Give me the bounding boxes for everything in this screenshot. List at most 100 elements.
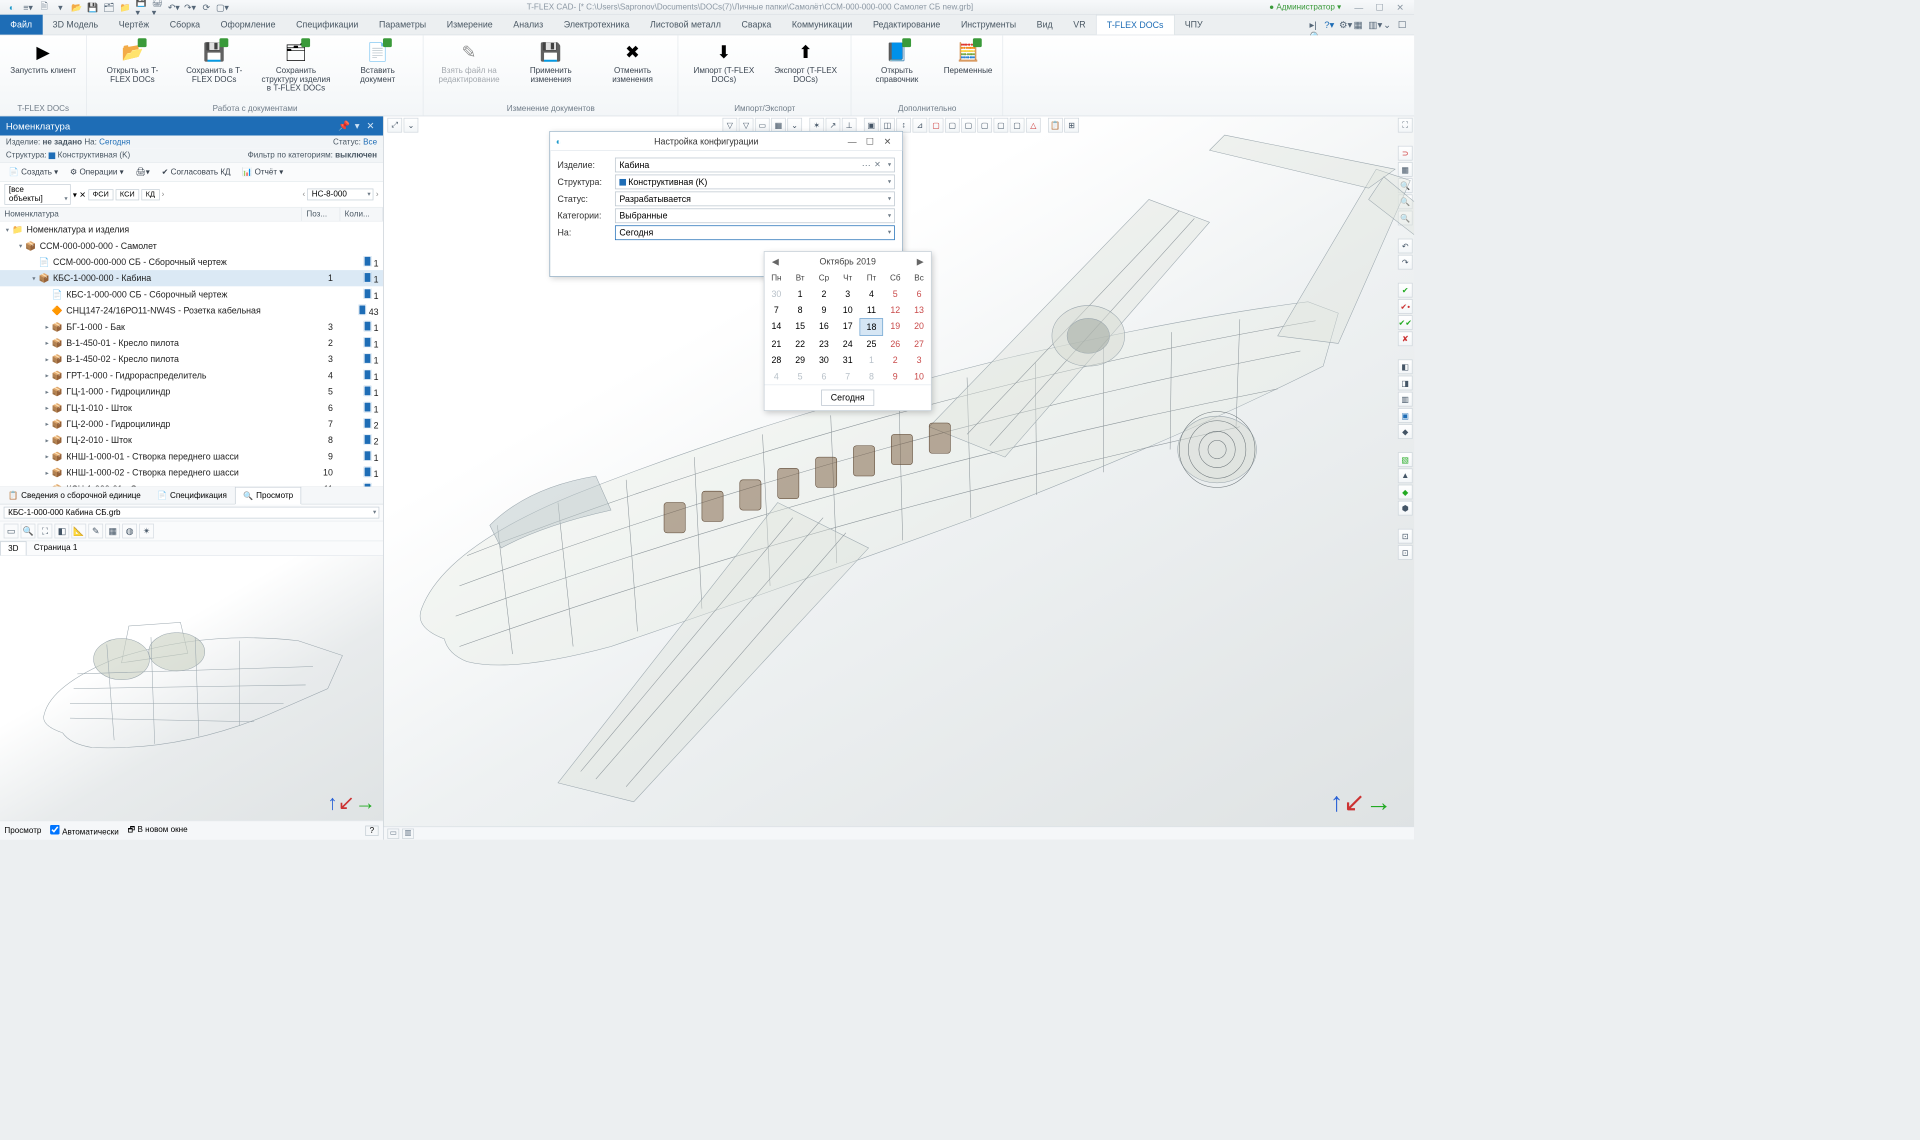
pv-zoom-icon[interactable]: 🔍 bbox=[21, 524, 36, 539]
cal-day-12[interactable]: 12 bbox=[883, 302, 907, 318]
filter-drop-icon[interactable]: ▾ bbox=[73, 190, 77, 200]
collapse-ribbon-icon[interactable]: ⌄ bbox=[1383, 19, 1395, 31]
tree-row[interactable]: ▸📦БГ-1-000 - Бак3 1 bbox=[0, 319, 383, 335]
cal-day-4[interactable]: 4 bbox=[860, 286, 884, 302]
pin-icon[interactable]: 📌 bbox=[337, 120, 350, 132]
ribbon-Запустить-клиент[interactable]: ▶Запустить клиент bbox=[6, 38, 81, 76]
chip-next-icon[interactable]: › bbox=[162, 190, 165, 199]
dialog-close-button[interactable]: ✕ bbox=[879, 136, 897, 146]
pv-explode-icon[interactable]: ✴ bbox=[139, 524, 154, 539]
pv-shade-icon[interactable]: ◍ bbox=[122, 524, 137, 539]
pvtab-3d[interactable]: 3D bbox=[0, 541, 27, 555]
open-icon[interactable]: 📂 bbox=[71, 1, 83, 13]
tree-row[interactable]: ▸📦ГЦ-1-000 - Гидроцилиндр5 1 bbox=[0, 384, 383, 400]
tree[interactable]: ▾📁 Номенклатура и изделия ▾📦ССМ-000-000-… bbox=[0, 222, 383, 486]
cascade-icon[interactable]: ▢▾ bbox=[217, 1, 229, 13]
pv-section-icon[interactable]: ◧ bbox=[55, 524, 70, 539]
panel-close-icon[interactable]: ✕ bbox=[364, 120, 377, 132]
tab-Оформление[interactable]: Оформление bbox=[210, 15, 285, 35]
cal-day-2[interactable]: 2 bbox=[812, 286, 836, 302]
preview-file-combo[interactable]: КБС-1-000-000 Кабина СБ.grb bbox=[4, 507, 380, 519]
report-button[interactable]: 📊Отчёт▾ bbox=[238, 165, 288, 179]
ribbon-Переменные[interactable]: 🧮Переменные bbox=[939, 38, 997, 76]
cal-day-3[interactable]: 3 bbox=[907, 352, 931, 368]
cal-day-19[interactable]: 19 bbox=[883, 318, 907, 336]
pv-fit-icon[interactable]: ⛶ bbox=[38, 524, 53, 539]
save-all-icon[interactable]: 💾 bbox=[87, 1, 99, 13]
tree-row[interactable]: 🔶СНЦ147-24/16РО11-NW4S - Розетка кабельн… bbox=[0, 303, 383, 319]
minimize-button[interactable]: — bbox=[1349, 1, 1370, 13]
ribbon-Экспорт-(T-FLEX-DOCs)[interactable]: ⬆Экспорт (T-FLEX DOCs) bbox=[766, 38, 845, 85]
pv-wire-icon[interactable]: ▦ bbox=[105, 524, 120, 539]
file-tab[interactable]: Файл bbox=[0, 15, 42, 35]
footer-newwin[interactable]: 🗗 В новом окне bbox=[128, 823, 188, 837]
preview-3d-viewport[interactable]: ↑↙→ bbox=[0, 556, 383, 820]
col-name[interactable]: Номенклатура bbox=[0, 208, 302, 221]
tree-row[interactable]: 📄КБС-1-000-000 СБ - Сборочный чертеж 1 bbox=[0, 286, 383, 302]
ptab-info[interactable]: 📋Сведения о сборочной единице bbox=[0, 487, 149, 504]
tree-row[interactable]: ▸📦В-1-450-01 - Кресло пилота2 1 bbox=[0, 335, 383, 351]
cal-day-13[interactable]: 13 bbox=[907, 302, 931, 318]
print-icon[interactable]: 🖨▾ bbox=[152, 1, 164, 13]
cal-day-10[interactable]: 10 bbox=[836, 302, 860, 318]
folder-browse-icon[interactable]: 📁 bbox=[119, 1, 131, 13]
cal-day-4[interactable]: 4 bbox=[764, 368, 788, 384]
tree-row[interactable]: ▸📦КНШ-1-000-02 - Створка переднего шасси… bbox=[0, 465, 383, 481]
main-3d-viewport[interactable]: ⤢ ⌄ ▽ ▽ ▭ ▦ ⌄ ✶ ↗ ⊥ ▣ ◫ ↕ ⊿ ▢ ▢ ▢ bbox=[384, 116, 1414, 839]
refresh-icon[interactable]: ⟳ bbox=[200, 1, 212, 13]
ribbon-Отменить-изменения[interactable]: ✖Отменить изменения bbox=[593, 38, 672, 85]
hc-combo[interactable]: НС-8-000 bbox=[307, 189, 373, 201]
cal-day-11[interactable]: 11 bbox=[860, 302, 884, 318]
close-button[interactable]: ✕ bbox=[1390, 1, 1411, 13]
chip-fsi[interactable]: ФСИ bbox=[88, 189, 113, 200]
cal-day-1[interactable]: 1 bbox=[788, 286, 812, 302]
cal-day-5[interactable]: 5 bbox=[788, 368, 812, 384]
chip-ksi[interactable]: КСИ bbox=[115, 189, 139, 200]
tree-row[interactable]: ▸📦В-1-450-02 - Кресло пилота3 1 bbox=[0, 351, 383, 367]
ribbon-Импорт-(T-FLEX-DOCs)[interactable]: ⬇Импорт (T-FLEX DOCs) bbox=[684, 38, 763, 85]
pv-measure-icon[interactable]: 📐 bbox=[71, 524, 86, 539]
cal-day-20[interactable]: 20 bbox=[907, 318, 931, 336]
tree-row[interactable]: ▸📦КНШ-1-000-01 - Створка переднего шасси… bbox=[0, 449, 383, 465]
cal-day-29[interactable]: 29 bbox=[788, 352, 812, 368]
cal-day-30[interactable]: 30 bbox=[764, 286, 788, 302]
cal-day-28[interactable]: 28 bbox=[764, 352, 788, 368]
ribbon-Открыть-из-T-FLEX-DOCs[interactable]: 📂Открыть из T-FLEX DOCs bbox=[93, 38, 172, 85]
cal-day-15[interactable]: 15 bbox=[788, 318, 812, 336]
pv-select-icon[interactable]: ▭ bbox=[4, 524, 19, 539]
tab-Вид[interactable]: Вид bbox=[1026, 15, 1063, 35]
maximize-button[interactable]: ☐ bbox=[1369, 1, 1390, 13]
tab-Сборка[interactable]: Сборка bbox=[159, 15, 210, 35]
ribbon-Сохранить-в-T-FLEX-DOCs[interactable]: 💾Сохранить в T-FLEX DOCs bbox=[175, 38, 254, 85]
cal-day-6[interactable]: 6 bbox=[907, 286, 931, 302]
footer-auto[interactable]: Автоматически bbox=[50, 825, 118, 837]
cal-day-16[interactable]: 16 bbox=[812, 318, 836, 336]
tab-Листовой металл[interactable]: Листовой металл bbox=[640, 15, 731, 35]
tab-Электротехника[interactable]: Электротехника bbox=[553, 15, 639, 35]
cal-day-21[interactable]: 21 bbox=[764, 336, 788, 352]
tab-Спецификации[interactable]: Спецификации bbox=[286, 15, 369, 35]
cal-day-8[interactable]: 8 bbox=[860, 368, 884, 384]
window-ctrl-icon[interactable]: ☐ bbox=[1398, 19, 1410, 31]
tab-ЧПУ[interactable]: ЧПУ bbox=[1174, 15, 1212, 35]
cal-day-1[interactable]: 1 bbox=[860, 352, 884, 368]
settings-icon[interactable]: ⚙▾ bbox=[1339, 19, 1351, 31]
col-qty[interactable]: Коли... bbox=[340, 208, 383, 221]
cal-prev-icon[interactable]: ◀ bbox=[772, 256, 779, 266]
operations-button[interactable]: ⚙Операции▾ bbox=[66, 165, 129, 179]
tab-Сварка[interactable]: Сварка bbox=[731, 15, 781, 35]
dialog-maximize-button[interactable]: ☐ bbox=[861, 136, 879, 146]
tree-row[interactable]: 📄ССМ-000-000-000 СБ - Сборочный чертеж 1 bbox=[0, 254, 383, 270]
dialog-header[interactable]: ◐ Настройка конфигурации — ☐ ✕ bbox=[550, 132, 902, 151]
cal-day-8[interactable]: 8 bbox=[788, 302, 812, 318]
hc-prev-icon[interactable]: ‹ bbox=[302, 190, 305, 199]
cal-day-14[interactable]: 14 bbox=[764, 318, 788, 336]
cal-day-24[interactable]: 24 bbox=[836, 336, 860, 352]
cal-day-2[interactable]: 2 bbox=[883, 352, 907, 368]
cal-day-26[interactable]: 26 bbox=[883, 336, 907, 352]
cal-day-3[interactable]: 3 bbox=[836, 286, 860, 302]
ptab-spec[interactable]: 📄Спецификация bbox=[149, 487, 235, 504]
hc-next-icon[interactable]: › bbox=[376, 190, 379, 199]
tab-3D Модель[interactable]: 3D Модель bbox=[42, 15, 108, 35]
cal-day-23[interactable]: 23 bbox=[812, 336, 836, 352]
